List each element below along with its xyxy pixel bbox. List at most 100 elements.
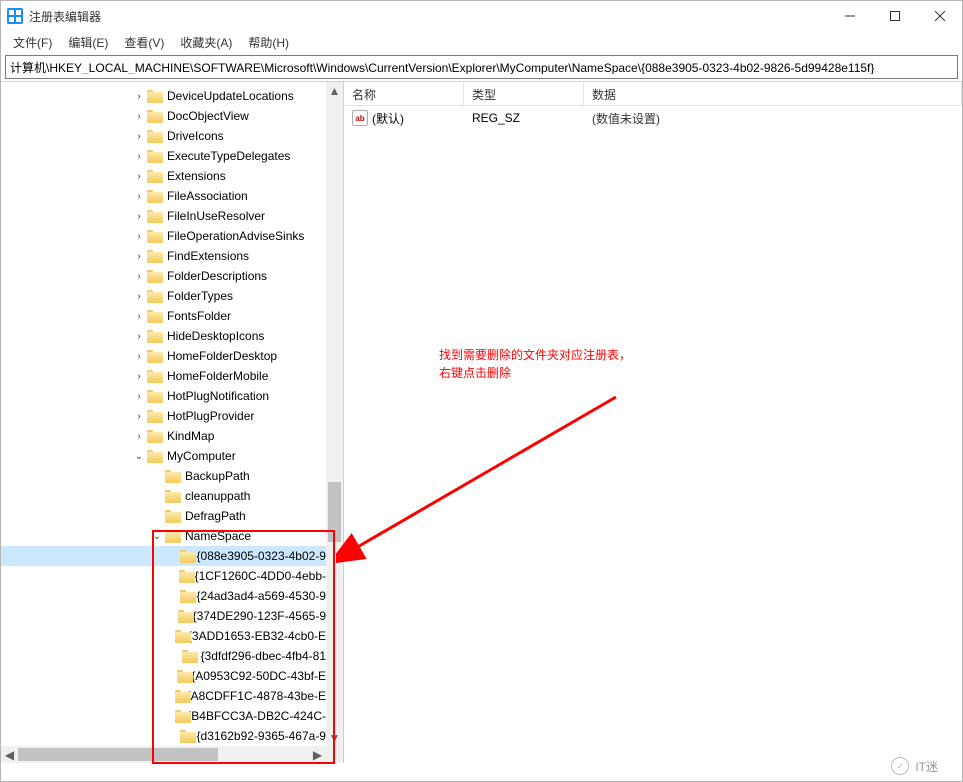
tree-node[interactable]: › DocObjectView (1, 106, 326, 126)
expand-closed-icon[interactable]: › (131, 271, 147, 282)
expand-open-icon[interactable]: ⌄ (131, 451, 147, 462)
expand-closed-icon[interactable]: › (131, 91, 147, 102)
folder-icon (147, 270, 163, 283)
expand-closed-icon[interactable]: › (131, 111, 147, 122)
tree-node-label: HotPlugProvider (167, 409, 254, 423)
folder-icon (147, 310, 163, 323)
tree-node[interactable]: › FileAssociation (1, 186, 326, 206)
folder-icon (147, 90, 163, 103)
tree-node-label: Extensions (167, 169, 226, 183)
expand-closed-icon[interactable]: › (131, 371, 147, 382)
tree-node-label: KindMap (167, 429, 214, 443)
folder-icon (147, 350, 163, 363)
folder-icon (147, 370, 163, 383)
tree-node[interactable]: › FileInUseResolver (1, 206, 326, 226)
cell-name: ab(默认) (344, 109, 464, 128)
tree-node-label: FileInUseResolver (167, 209, 265, 223)
minimize-button[interactable] (827, 1, 872, 31)
folder-icon (165, 490, 181, 503)
address-input[interactable] (10, 60, 953, 74)
folder-icon (147, 450, 163, 463)
tree-node[interactable]: ›DriveIcons (1, 126, 326, 146)
tree-node[interactable]: › HotPlugNotification (1, 386, 326, 406)
tree-node[interactable]: › HomeFolderMobile (1, 366, 326, 386)
tree-node[interactable]: › FontsFolder (1, 306, 326, 326)
tree-node-label: HideDesktopIcons (167, 329, 264, 343)
expand-closed-icon[interactable]: › (131, 291, 147, 302)
column-type[interactable]: 类型 (464, 82, 584, 105)
tree-node-label: FolderTypes (167, 289, 233, 303)
expand-closed-icon[interactable]: › (131, 231, 147, 242)
tree-node[interactable]: › HomeFolderDesktop (1, 346, 326, 366)
folder-icon (147, 430, 163, 443)
folder-icon (147, 410, 163, 423)
tree-node[interactable]: › FindExtensions (1, 246, 326, 266)
list-pane: 名称 类型 数据 ab(默认)REG_SZ(数值未设置) (344, 82, 962, 763)
tree-node-label: FileOperationAdviseSinks (167, 229, 304, 243)
column-data[interactable]: 数据 (584, 82, 962, 105)
tree-node[interactable]: › DeviceUpdateLocations (1, 86, 326, 106)
menu-view[interactable]: 查看(V) (116, 32, 172, 53)
folder-icon (147, 330, 163, 343)
folder-icon (165, 510, 181, 523)
tree-node[interactable]: › FolderDescriptions (1, 266, 326, 286)
folder-icon (147, 190, 163, 203)
expand-closed-icon[interactable]: › (131, 191, 147, 202)
expand-closed-icon[interactable]: › (131, 391, 147, 402)
tree-node[interactable]: BackupPath (1, 466, 326, 486)
expand-closed-icon[interactable]: › (131, 151, 147, 162)
tree-node[interactable]: › FolderTypes (1, 286, 326, 306)
menu-edit[interactable]: 编辑(E) (60, 32, 116, 53)
tree-node-label: cleanuppath (185, 489, 250, 503)
tree-node-label: FindExtensions (167, 249, 249, 263)
list-row[interactable]: ab(默认)REG_SZ(数值未设置) (344, 108, 962, 128)
tree-node[interactable]: › ExecuteTypeDelegates (1, 146, 326, 166)
folder-icon (147, 210, 163, 223)
expand-closed-icon[interactable]: › (131, 331, 147, 342)
folder-icon (147, 170, 163, 183)
tree-node-label: FolderDescriptions (167, 269, 267, 283)
scroll-left-arrow[interactable]: ◀ (1, 746, 18, 763)
folder-icon (147, 230, 163, 243)
cell-data: (数值未设置) (584, 109, 962, 128)
tree-node-label: DocObjectView (167, 109, 249, 123)
close-button[interactable] (917, 1, 962, 31)
expand-closed-icon[interactable]: › (131, 411, 147, 422)
expand-closed-icon[interactable]: › (131, 211, 147, 222)
tree-node[interactable]: › HideDesktopIcons (1, 326, 326, 346)
tree-node-label: FileAssociation (167, 189, 248, 203)
app-icon (7, 8, 23, 24)
tree-node-label: HomeFolderMobile (167, 369, 268, 383)
menu-file[interactable]: 文件(F) (5, 32, 60, 53)
tree-node[interactable]: › KindMap (1, 426, 326, 446)
wechat-icon: ✓ (891, 757, 909, 775)
tree-node-label: BackupPath (185, 469, 250, 483)
tree-node[interactable]: cleanuppath (1, 486, 326, 506)
tree-node-label: HomeFolderDesktop (167, 349, 277, 363)
tree-node[interactable]: DefragPath (1, 506, 326, 526)
tree-node[interactable]: › HotPlugProvider (1, 406, 326, 426)
tree-node-label: ExecuteTypeDelegates (167, 149, 290, 163)
menu-help[interactable]: 帮助(H) (240, 32, 297, 53)
folder-icon (147, 390, 163, 403)
expand-closed-icon[interactable]: › (131, 311, 147, 322)
tree-node[interactable]: › FileOperationAdviseSinks (1, 226, 326, 246)
menu-bar: 文件(F) 编辑(E) 查看(V) 收藏夹(A) 帮助(H) (1, 31, 962, 53)
list-header: 名称 类型 数据 (344, 82, 962, 106)
address-bar[interactable] (5, 55, 958, 79)
tree-node-label: DeviceUpdateLocations (167, 89, 294, 103)
tree-node-label: FontsFolder (167, 309, 231, 323)
tree-node[interactable]: › Extensions (1, 166, 326, 186)
expand-closed-icon[interactable]: › (131, 131, 147, 142)
expand-closed-icon[interactable]: › (131, 171, 147, 182)
column-name[interactable]: 名称 (344, 82, 464, 105)
scroll-up-arrow[interactable]: ▲ (326, 82, 343, 99)
menu-favorites[interactable]: 收藏夹(A) (172, 32, 240, 53)
tree-node[interactable]: ⌄MyComputer (1, 446, 326, 466)
expand-closed-icon[interactable]: › (131, 431, 147, 442)
tree-node-label: DefragPath (185, 509, 246, 523)
maximize-button[interactable] (872, 1, 917, 31)
expand-closed-icon[interactable]: › (131, 251, 147, 262)
tree-node-label: HotPlugNotification (167, 389, 269, 403)
expand-closed-icon[interactable]: › (131, 351, 147, 362)
